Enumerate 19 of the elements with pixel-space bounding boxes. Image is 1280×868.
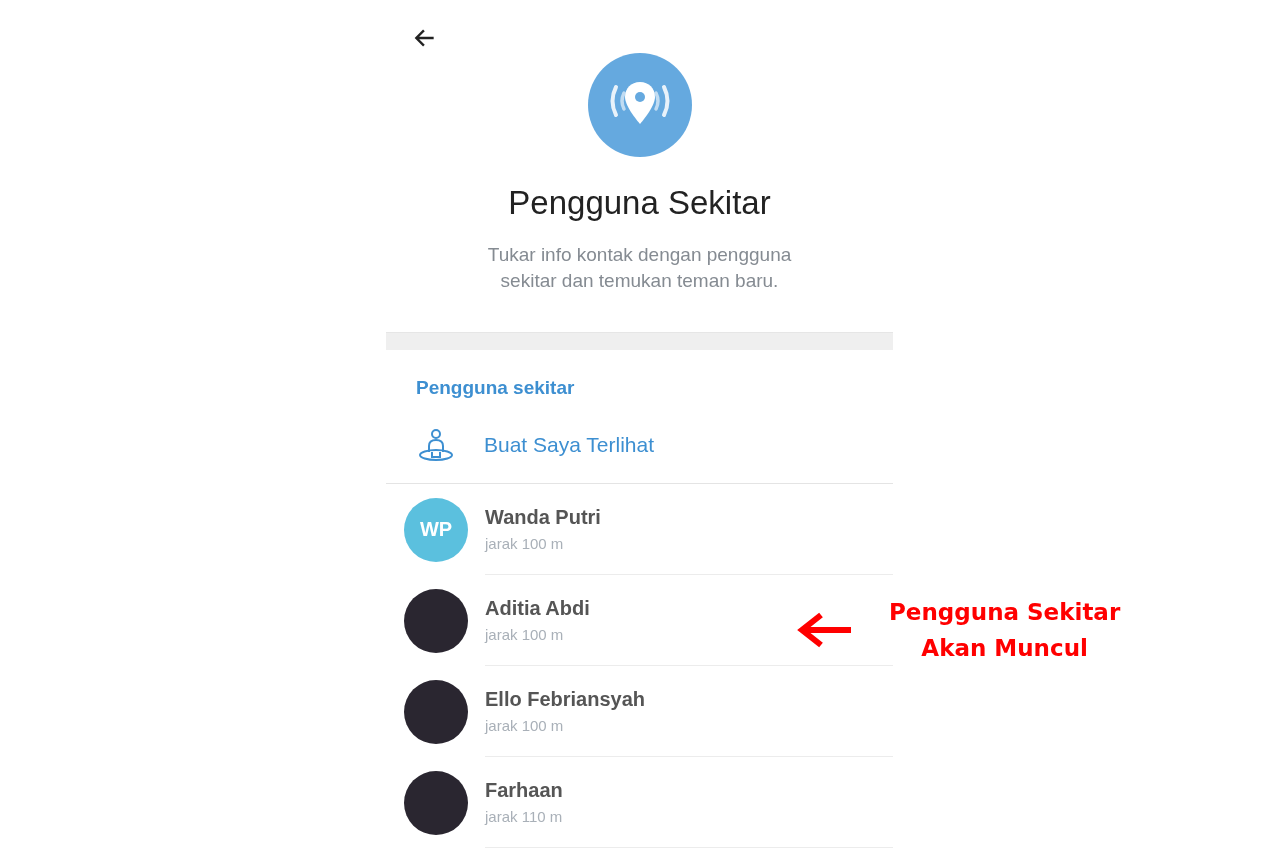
user-name: Aditia Abdi [485, 597, 591, 620]
user-distance: jarak 100 m [485, 717, 565, 734]
user-list-item[interactable]: WP Wanda Putri jarak 100 m [386, 484, 893, 575]
annotation-arrow-icon [797, 610, 853, 650]
user-name: Wanda Putri [485, 506, 602, 529]
avatar: WP [404, 497, 468, 562]
person-icon [418, 428, 454, 462]
screen-title: Pengguna Sekitar [508, 184, 771, 222]
user-distance: jarak 110 m [485, 808, 564, 825]
location-pin-icon [587, 53, 692, 157]
annotation-text: Pengguna Sekitar Akan Muncul [889, 598, 1121, 663]
user-name: Farhaan [485, 779, 564, 802]
user-list-item[interactable]: Ello Febriansyah jarak 100 m [386, 666, 893, 757]
user-name: Ello Febriansyah [485, 688, 647, 711]
user-distance: jarak 100 m [485, 626, 565, 643]
user-distance: jarak 100 m [485, 535, 565, 552]
user-list-item[interactable]: Farhaan jarak 110 m [386, 757, 893, 848]
screen-description: Tukar info kontak dengan pengguna sekitar dan temukan teman baru. [486, 243, 793, 293]
section-heading: Pengguna sekitar [416, 377, 576, 399]
